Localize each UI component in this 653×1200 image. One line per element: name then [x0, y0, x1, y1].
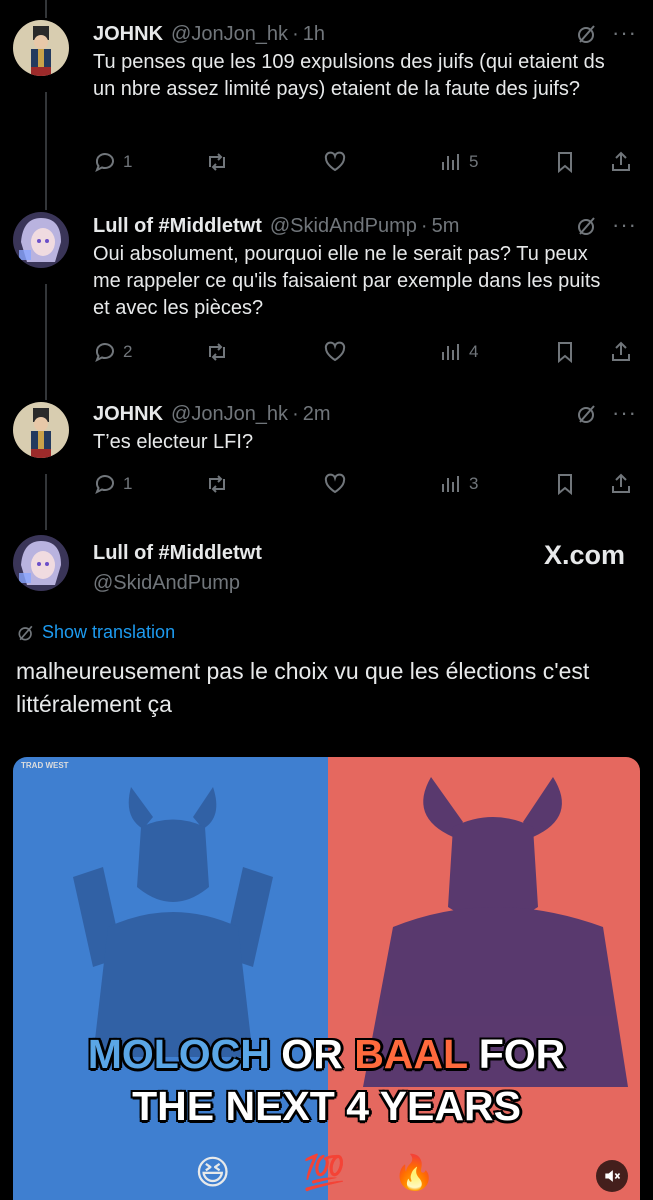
tweet-text: T’es electeur LFI? — [93, 431, 254, 453]
reply-icon — [95, 343, 114, 363]
main-avatar[interactable] — [13, 535, 69, 591]
action-bar: 2 4 — [93, 338, 633, 366]
bookmark-button[interactable] — [553, 148, 577, 176]
like-button[interactable] — [323, 148, 347, 176]
like-button[interactable] — [323, 470, 347, 498]
bookmark-button[interactable] — [553, 338, 577, 366]
like-icon — [324, 151, 346, 172]
bookmark-icon — [558, 342, 572, 364]
author-handle[interactable]: @JonJon_hk — [171, 23, 288, 46]
grok-icon[interactable] — [575, 22, 599, 46]
more-icon[interactable]: ··· — [612, 20, 637, 46]
author-name[interactable]: Lull of #Middletwt — [93, 215, 262, 238]
reply-button[interactable]: 1 — [93, 148, 132, 176]
mute-icon — [605, 1170, 621, 1182]
anime-avatar-image — [13, 535, 69, 591]
tweet-text: Oui absolument, pourquoi elle ne le sera… — [93, 243, 601, 319]
tweet-2[interactable]: Lull of #Middletwt @SkidAndPump · 5m ···… — [0, 212, 653, 382]
views-count: 5 — [469, 152, 479, 171]
meme-caption-line-2: THE NEXT 4 YEARS — [132, 1083, 521, 1129]
anime-avatar-image — [13, 212, 69, 268]
views-icon — [442, 154, 459, 170]
views-count: 4 — [469, 342, 479, 361]
tweet-3[interactable]: JOHNK @JonJon_hk · 2m ··· T’es electeur … — [0, 400, 653, 510]
meme-watermark: TRAD WEST — [21, 761, 69, 770]
grok-icon[interactable] — [575, 402, 599, 426]
reply-button[interactable]: 1 — [93, 470, 132, 498]
soldier-avatar-image — [13, 20, 69, 76]
reply-button[interactable]: 2 — [93, 338, 132, 366]
meme-image — [13, 757, 640, 1200]
show-translation-link[interactable]: Show translation — [16, 622, 175, 643]
author-name[interactable]: JOHNK — [93, 403, 163, 426]
show-translation-label: Show translation — [42, 622, 176, 642]
retweet-icon — [209, 343, 225, 361]
action-bar: 1 5 — [93, 148, 633, 176]
author-name[interactable]: JOHNK — [93, 23, 163, 46]
bookmark-icon — [558, 152, 572, 174]
grok-icon[interactable] — [575, 214, 599, 238]
share-button[interactable] — [609, 148, 633, 176]
avatar[interactable] — [13, 402, 69, 458]
views-button[interactable]: 5 — [439, 148, 478, 176]
tweet-1[interactable]: JOHNK @JonJon_hk · 1h ··· Tu penses que … — [0, 20, 653, 190]
retweet-icon — [209, 475, 225, 493]
main-author-name[interactable]: Lull of #Middletwt — [93, 542, 262, 565]
views-button[interactable]: 4 — [439, 338, 478, 366]
like-icon — [324, 473, 346, 494]
action-bar: 1 3 — [93, 470, 633, 498]
soldier-avatar-image — [13, 402, 69, 458]
share-icon — [612, 341, 630, 361]
retweet-button[interactable] — [205, 470, 229, 498]
author-handle[interactable]: @SkidAndPump — [270, 215, 417, 238]
translate-icon — [18, 625, 33, 640]
share-icon — [612, 473, 630, 493]
reply-icon — [95, 153, 114, 173]
bookmark-icon — [558, 474, 572, 496]
reply-count: 1 — [123, 152, 133, 171]
more-icon[interactable]: ··· — [612, 400, 637, 426]
avatar[interactable] — [13, 20, 69, 76]
timestamp[interactable]: 5m — [432, 215, 460, 238]
more-icon[interactable]: ··· — [612, 212, 637, 238]
tweet-text: Tu penses que les 109 expulsions des jui… — [93, 51, 605, 100]
retweet-button[interactable] — [205, 338, 229, 366]
views-button[interactable]: 3 — [439, 470, 478, 498]
thread-line-top — [45, 0, 47, 18]
separator-dot: · — [420, 214, 428, 237]
avatar[interactable] — [13, 212, 69, 268]
tweet-media[interactable]: TRAD WEST MOLOCH OR BAAL FOR THE NEXT 4 … — [13, 757, 640, 1200]
main-tweet-text: malheureusement pas le choix vu que les … — [16, 658, 590, 717]
separator-dot: · — [292, 402, 299, 425]
main-author-handle[interactable]: @SkidAndPump — [93, 572, 240, 595]
like-icon — [324, 341, 346, 362]
like-button[interactable] — [323, 338, 347, 366]
meme-caption-line-1: MOLOCH OR BAAL FOR — [87, 1031, 566, 1077]
share-icon — [612, 151, 630, 171]
separator-dot: · — [292, 22, 299, 45]
reply-count: 2 — [123, 342, 133, 361]
mute-button[interactable] — [596, 1160, 628, 1192]
fire-emoji: 🔥 — [393, 1154, 436, 1192]
views-icon — [442, 344, 459, 360]
views-icon — [442, 476, 459, 492]
timestamp[interactable]: 1h — [303, 23, 325, 46]
bookmark-button[interactable] — [553, 470, 577, 498]
x-watermark: X.com — [543, 540, 625, 570]
laughing-emoji: 😆 — [195, 1154, 231, 1192]
hundred-emoji: 💯 — [303, 1154, 346, 1192]
retweet-icon — [209, 153, 225, 171]
author-handle[interactable]: @JonJon_hk — [171, 403, 288, 426]
share-button[interactable] — [609, 470, 633, 498]
reply-icon — [95, 475, 114, 495]
views-count: 3 — [469, 474, 479, 493]
share-button[interactable] — [609, 338, 633, 366]
reply-count: 1 — [123, 474, 133, 493]
retweet-button[interactable] — [205, 148, 229, 176]
timestamp[interactable]: 2m — [303, 403, 331, 426]
